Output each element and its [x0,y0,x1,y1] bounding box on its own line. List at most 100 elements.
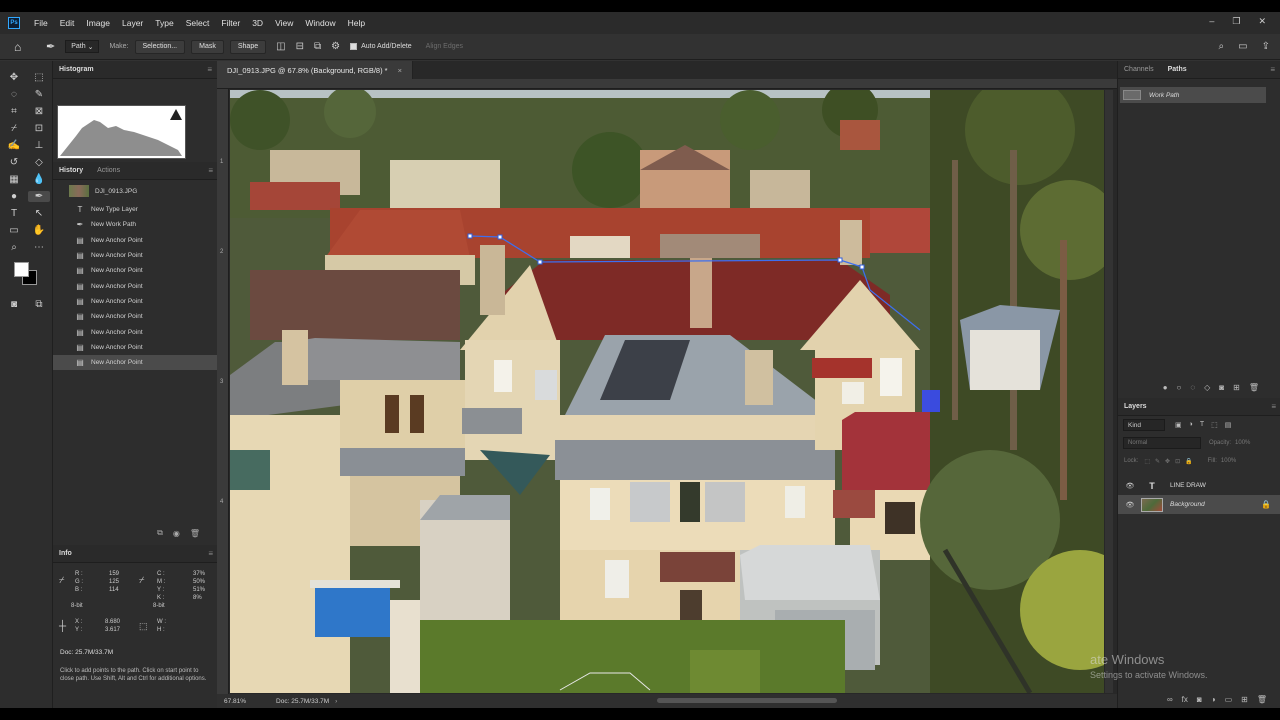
marquee-tool-icon[interactable]: ⬚ [28,72,50,83]
opacity-value[interactable]: 100% [1235,440,1250,446]
shape-filter-icon[interactable]: ⬚ [1211,421,1218,429]
frame-tool-icon[interactable]: ⊠ [28,106,50,117]
menu-edit[interactable]: Edit [60,18,75,28]
minimize-icon[interactable]: – [1209,16,1214,27]
zoom-level[interactable]: 67.81% [224,698,246,705]
tab-history[interactable]: History [59,167,83,174]
new-document-from-state-icon[interactable]: ⧉ [157,528,163,538]
screen-mode-icon[interactable]: ⧉ [28,299,50,310]
history-step[interactable]: ▤ New Anchor Point [53,233,218,248]
image-filter-icon[interactable]: ▣ [1175,421,1182,429]
fill-path-icon[interactable]: ● [1163,383,1168,392]
status-expand-icon[interactable]: › [335,698,337,705]
restore-icon[interactable]: ❐ [1232,16,1240,27]
smart-object-filter-icon[interactable]: ▤ [1225,421,1232,429]
history-step[interactable]: ▤ New Anchor Point [53,324,218,339]
foreground-color-swatch[interactable] [14,262,29,277]
menu-image[interactable]: Image [86,18,110,28]
load-selection-icon[interactable]: ◌ [1190,383,1195,392]
menu-type[interactable]: Type [155,18,173,28]
zoom-tool-icon[interactable]: ⌕ [3,242,25,253]
history-step[interactable]: T New Type Layer [53,202,218,217]
link-layers-icon[interactable]: ∞ [1167,695,1173,704]
menu-filter[interactable]: Filter [221,18,240,28]
share-icon[interactable]: ⇪ [1262,41,1270,52]
hand-tool-icon[interactable]: ✋ [28,225,50,236]
image-canvas[interactable] [230,90,1104,693]
quick-select-tool-icon[interactable]: ✎ [28,89,50,100]
path-select-tool-icon[interactable]: ↖ [28,208,50,219]
stamp-tool-icon[interactable]: ⊥ [28,140,50,151]
dodge-tool-icon[interactable]: ● [3,191,25,202]
tab-info[interactable]: Info [59,550,72,557]
history-step[interactable]: ▤ New Anchor Point [53,294,218,309]
lasso-tool-icon[interactable]: ◌ [3,89,25,100]
history-brush-tool-icon[interactable]: ↺ [3,157,25,168]
adjustment-layer-icon[interactable]: ◑ [1211,695,1216,704]
fill-value[interactable]: 100% [1221,458,1236,464]
menu-select[interactable]: Select [186,18,210,28]
blur-tool-icon[interactable]: 💧 [28,174,50,185]
vertical-scrollbar[interactable] [1105,90,1113,693]
eyedropper-tool-icon[interactable]: ⌿ [3,123,25,134]
add-mask-icon[interactable]: ◙ [1219,383,1224,392]
menu-window[interactable]: Window [305,18,335,28]
make-mask-button[interactable]: Mask [191,39,224,54]
tab-channels[interactable]: Channels [1124,66,1154,73]
vertical-ruler[interactable]: 1 2 3 4 [217,89,229,694]
new-path-icon[interactable]: ⊞ [1233,383,1240,392]
history-snapshot[interactable]: DJI_0913.JPG [53,181,218,201]
quick-mask-icon[interactable]: ◙ [3,299,25,310]
layer-line-draw[interactable]: 👁 T LINE DRAW [1118,476,1280,495]
path-alignment-icon[interactable]: ⊟ [296,41,304,52]
path-arrangement-icon[interactable]: ⧉ [314,41,321,52]
make-work-path-icon[interactable]: ◇ [1204,383,1210,392]
type-tool-icon[interactable]: T [3,208,25,219]
trash-icon[interactable]: 🗑 [190,529,200,538]
search-icon[interactable]: ⌕ [1219,41,1225,52]
group-icon[interactable]: ▭ [1225,695,1233,704]
make-shape-button[interactable]: Shape [229,39,267,54]
rectangle-tool-icon[interactable]: ▭ [3,225,25,236]
menu-layer[interactable]: Layer [122,18,143,28]
new-layer-icon[interactable]: ⊞ [1241,695,1248,704]
work-path-item[interactable]: Work Path [1120,87,1266,103]
home-icon[interactable]: ⌂ [14,40,28,54]
fx-icon[interactable]: fx [1182,695,1188,704]
workspace-icon[interactable]: ▭ [1238,41,1247,52]
trash-icon[interactable]: 🗑 [1249,383,1259,392]
tab-actions[interactable]: Actions [97,167,120,174]
stroke-path-icon[interactable]: ○ [1177,383,1182,392]
panel-menu-icon[interactable]: ≡ [208,549,213,558]
history-step[interactable]: ▤ New Anchor Point [53,340,218,355]
trash-icon[interactable]: 🗑 [1257,695,1267,704]
pen-tool-preset-icon[interactable]: ✒ [46,40,55,53]
eye-icon[interactable]: 👁 [1123,482,1137,490]
camera-icon[interactable]: ◉ [173,529,180,538]
move-tool-icon[interactable]: ✥ [3,72,25,83]
history-step[interactable]: ▤ New Anchor Point [53,309,218,324]
blend-mode-dropdown[interactable]: Normal [1123,437,1201,449]
close-icon[interactable]: ✕ [1258,16,1266,27]
eye-icon[interactable]: 👁 [1123,501,1137,509]
panel-menu-icon[interactable]: ≡ [207,65,212,74]
horizontal-scrollbar[interactable] [657,698,837,703]
close-document-icon[interactable]: × [398,66,402,75]
tab-layers[interactable]: Layers [1124,403,1147,410]
gear-icon[interactable]: ⚙ [331,41,340,52]
tab-paths[interactable]: Paths [1168,66,1187,73]
warning-icon[interactable] [170,109,182,120]
history-step[interactable]: ▤ New Anchor Point [53,354,218,371]
panel-menu-icon[interactable]: ≡ [208,166,213,175]
menu-3d[interactable]: 3D [252,18,263,28]
crop-tool-icon[interactable]: ⌗ [3,106,25,117]
horizontal-ruler[interactable] [217,79,1117,89]
tab-histogram[interactable]: Histogram [59,66,94,73]
history-step[interactable]: ▤ New Anchor Point [53,263,218,278]
panel-menu-icon[interactable]: ≡ [1270,65,1275,74]
pen-tool-icon[interactable]: ✒ [28,191,50,202]
kind-filter-dropdown[interactable]: Kind [1123,419,1165,431]
path-operations-icon[interactable]: ◫ [276,41,285,52]
auto-add-delete-checkbox[interactable] [350,43,358,50]
adjustment-filter-icon[interactable]: ◑ [1189,421,1193,429]
